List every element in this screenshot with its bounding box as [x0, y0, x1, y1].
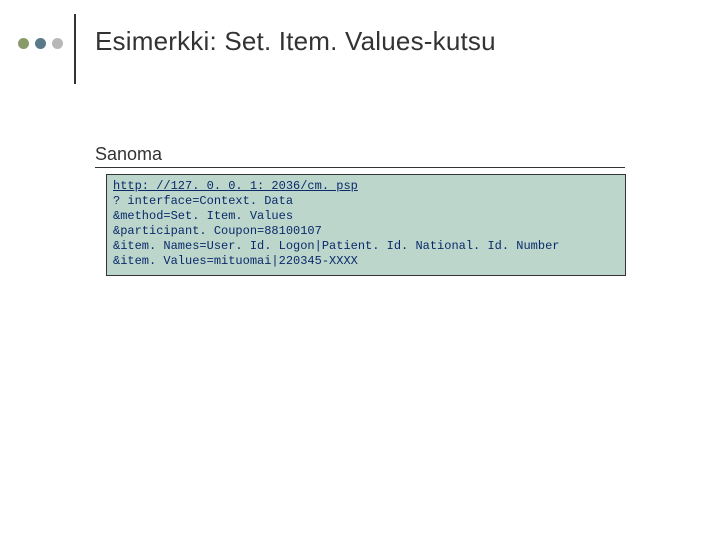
- code-line: &method=Set. Item. Values: [113, 209, 619, 224]
- code-line: &item. Values=mituomai|220345-XXXX: [113, 254, 619, 269]
- code-line: ? interface=Context. Data: [113, 194, 619, 209]
- code-line: &item. Names=User. Id. Logon|Patient. Id…: [113, 239, 619, 254]
- slide-title: Esimerkki: Set. Item. Values-kutsu: [95, 26, 496, 57]
- code-url: http: //127. 0. 0. 1: 2036/cm. psp: [113, 179, 619, 194]
- section-heading: Sanoma: [95, 144, 625, 168]
- vertical-rule: [74, 14, 76, 84]
- code-line: &participant. Coupon=88100107: [113, 224, 619, 239]
- dot-1: [18, 38, 29, 49]
- bullet-dots: [18, 38, 63, 49]
- dot-2: [35, 38, 46, 49]
- dot-3: [52, 38, 63, 49]
- code-block: http: //127. 0. 0. 1: 2036/cm. psp ? int…: [106, 174, 626, 276]
